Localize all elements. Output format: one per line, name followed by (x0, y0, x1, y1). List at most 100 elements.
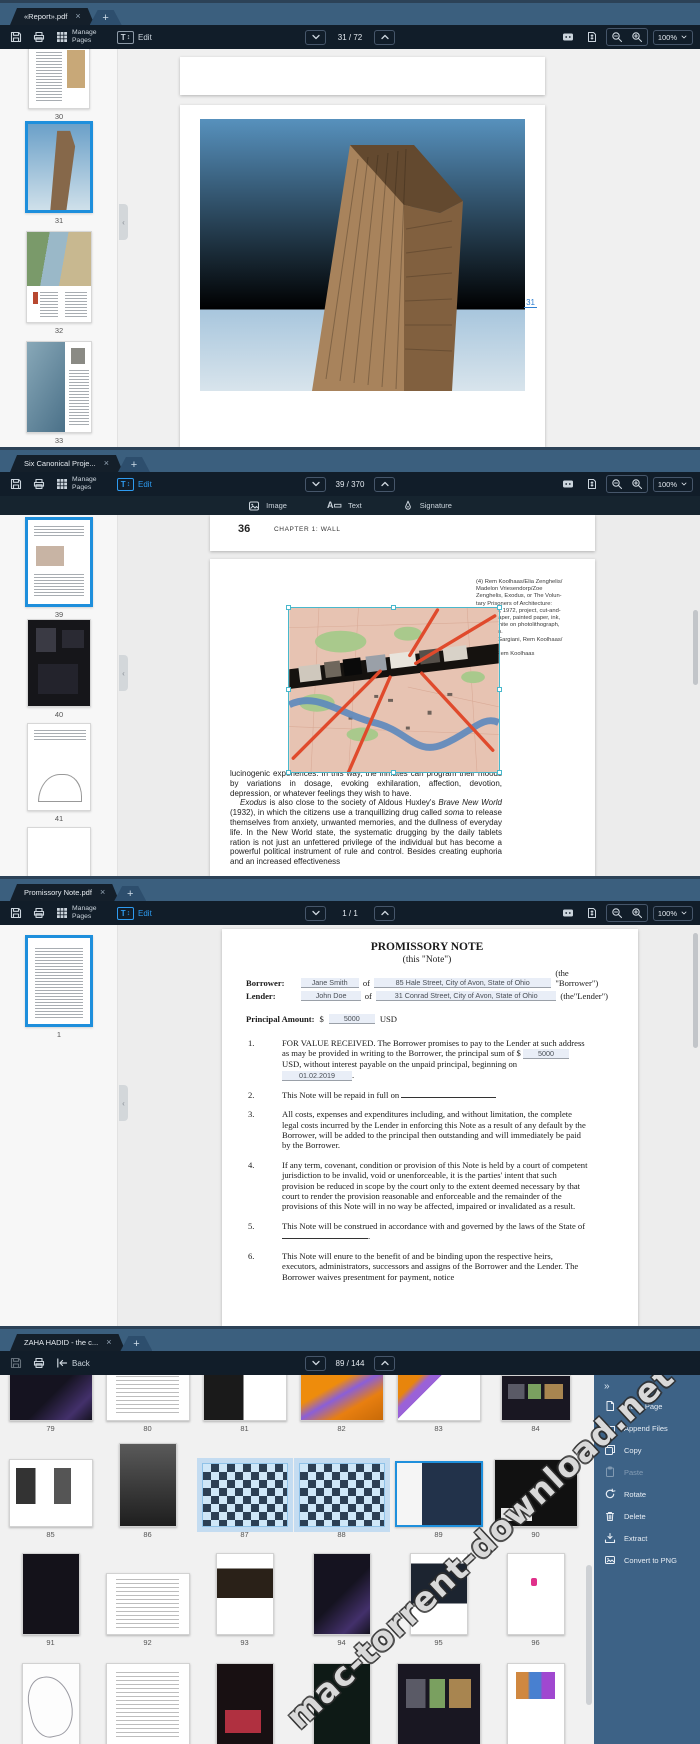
page-thumbnail-31-selected[interactable] (25, 121, 93, 213)
print-button[interactable] (30, 476, 48, 492)
tab-zaha-hadid[interactable]: ZAHA HADID - the c... × (10, 1334, 125, 1351)
edit-mode-button[interactable]: T↕Edit (114, 29, 155, 46)
resize-handle[interactable] (391, 770, 396, 775)
back-button[interactable]: Back (53, 1355, 93, 1371)
zoom-level-select[interactable]: 100% (653, 906, 693, 921)
grid-thumbnail-88-selected[interactable]: 88 (293, 1439, 390, 1539)
grid-thumbnail-83[interactable]: 83 (390, 1375, 487, 1433)
rotate-button[interactable]: Rotate (594, 1483, 700, 1505)
page-down-button[interactable] (305, 30, 326, 45)
selected-map-image[interactable] (288, 607, 500, 773)
page-indicator[interactable]: 39 / 370 (332, 480, 368, 489)
manage-pages-button[interactable]: Manage Pages (53, 903, 109, 922)
edit-mode-button[interactable]: T↕Edit (114, 905, 155, 922)
save-button[interactable] (7, 29, 25, 45)
save-button[interactable] (7, 476, 25, 492)
page-up-button[interactable] (374, 30, 395, 45)
resize-handle[interactable] (286, 770, 291, 775)
page-thumbnail-32[interactable] (26, 231, 92, 323)
zoom-level-select[interactable]: 100% (653, 30, 693, 45)
insert-signature-button[interactable]: Signature (402, 500, 452, 512)
page-thumbnail-40[interactable] (27, 619, 91, 707)
page-folio-link[interactable]: 31 (524, 298, 537, 308)
new-tab-button[interactable]: + (120, 1336, 152, 1351)
zoom-out-button[interactable] (607, 476, 627, 492)
page-up-button[interactable] (374, 477, 395, 492)
page-indicator[interactable]: 31 / 72 (332, 33, 368, 42)
page-thumbnail-39-selected[interactable] (25, 517, 93, 607)
resize-handle[interactable] (497, 770, 502, 775)
repayment-date-blank[interactable] (401, 1090, 496, 1098)
zoom-in-button[interactable] (627, 29, 647, 45)
date-field[interactable]: 01.02.2019 (282, 1071, 352, 1081)
page-up-button[interactable] (374, 906, 395, 921)
zoom-out-button[interactable] (607, 29, 627, 45)
resize-handle[interactable] (497, 605, 502, 610)
sum-field[interactable]: 5000 (523, 1049, 569, 1059)
resize-handle[interactable] (286, 605, 291, 610)
edit-mode-button[interactable]: T↕Edit (114, 476, 155, 493)
borrower-address-field[interactable]: 85 Hale Street, City of Avon, State of O… (374, 978, 551, 988)
single-page-view-button[interactable] (583, 476, 601, 492)
page-thumbnail-partial[interactable] (27, 827, 91, 876)
grid-thumbnail-partial[interactable] (99, 1659, 196, 1744)
lender-name-field[interactable]: John Doe (301, 991, 360, 1001)
two-page-view-button[interactable] (559, 905, 578, 921)
grid-thumbnail-81[interactable]: 81 (196, 1375, 293, 1433)
manage-pages-button[interactable]: Manage Pages (53, 27, 109, 46)
scrollbar[interactable] (693, 610, 698, 685)
scrollbar[interactable] (586, 1565, 592, 1705)
page-thumbnail-30[interactable] (28, 49, 90, 109)
zoom-level-select[interactable]: 100% (653, 477, 693, 492)
tab-promissory-note[interactable]: Promissory Note.pdf × (10, 884, 119, 901)
resize-handle[interactable] (286, 687, 291, 692)
insert-image-button[interactable]: Image (248, 500, 287, 512)
new-tab-button[interactable]: + (114, 886, 146, 901)
insert-text-button[interactable]: A▭Text (327, 500, 362, 511)
single-page-view-button[interactable] (583, 29, 601, 45)
print-button[interactable] (30, 1355, 48, 1371)
state-blank[interactable] (282, 1231, 368, 1239)
convert-to-png-button[interactable]: Convert to PNG (594, 1549, 700, 1571)
borrower-name-field[interactable]: Jane Smith (301, 978, 359, 988)
scrollbar[interactable] (693, 933, 698, 1048)
grid-thumbnail-92[interactable]: 92 (99, 1553, 196, 1647)
two-page-view-button[interactable] (559, 476, 578, 492)
page-thumbnail-1-selected[interactable] (25, 935, 93, 1027)
page-down-button[interactable] (305, 477, 326, 492)
page-up-button[interactable] (374, 1356, 395, 1371)
sidebar-collapse-handle[interactable]: ‹ (119, 655, 128, 691)
zoom-out-button[interactable] (607, 905, 627, 921)
manage-pages-button[interactable]: Manage Pages (53, 474, 109, 493)
grid-thumbnail-85[interactable]: 85 (2, 1439, 99, 1539)
zoom-in-button[interactable] (627, 905, 647, 921)
sidebar-collapse-handle[interactable]: ‹ (119, 204, 128, 240)
single-page-view-button[interactable] (583, 905, 601, 921)
grid-thumbnail-91[interactable]: 91 (2, 1553, 99, 1647)
resize-handle[interactable] (497, 687, 502, 692)
grid-thumbnail-87-selected[interactable]: 87 (196, 1439, 293, 1539)
grid-thumbnail-80[interactable]: 80 (99, 1375, 196, 1433)
grid-thumbnail-86[interactable]: 86 (99, 1439, 196, 1539)
tab-close-button[interactable]: × (75, 12, 80, 21)
grid-thumbnail-partial[interactable] (2, 1659, 99, 1744)
extract-button[interactable]: Extract (594, 1527, 700, 1549)
grid-thumbnail-89-current[interactable]: 89 (390, 1439, 487, 1539)
grid-thumbnail-82[interactable]: 82 (293, 1375, 390, 1433)
print-button[interactable] (30, 905, 48, 921)
new-tab-button[interactable]: + (118, 457, 150, 472)
tab-six-canonical[interactable]: Six Canonical Proje... × (10, 455, 123, 472)
tab-close-button[interactable]: × (100, 888, 105, 897)
grid-thumbnail-partial[interactable] (390, 1659, 487, 1744)
tab-close-button[interactable]: × (106, 1338, 111, 1347)
principal-amount-field[interactable]: 5000 (329, 1014, 375, 1024)
lender-address-field[interactable]: 31 Conrad Street, City of Avon, State of… (376, 991, 557, 1001)
tab-report-pdf[interactable]: «Report».pdf × (10, 8, 95, 25)
zoom-in-button[interactable] (627, 476, 647, 492)
sidebar-collapse-handle[interactable]: ‹ (119, 1085, 128, 1121)
save-button[interactable] (7, 1355, 25, 1371)
grid-thumbnail-79[interactable]: 79 (2, 1375, 99, 1433)
resize-handle[interactable] (391, 605, 396, 610)
page-down-button[interactable] (305, 1356, 326, 1371)
page-thumbnail-33[interactable] (26, 341, 92, 433)
